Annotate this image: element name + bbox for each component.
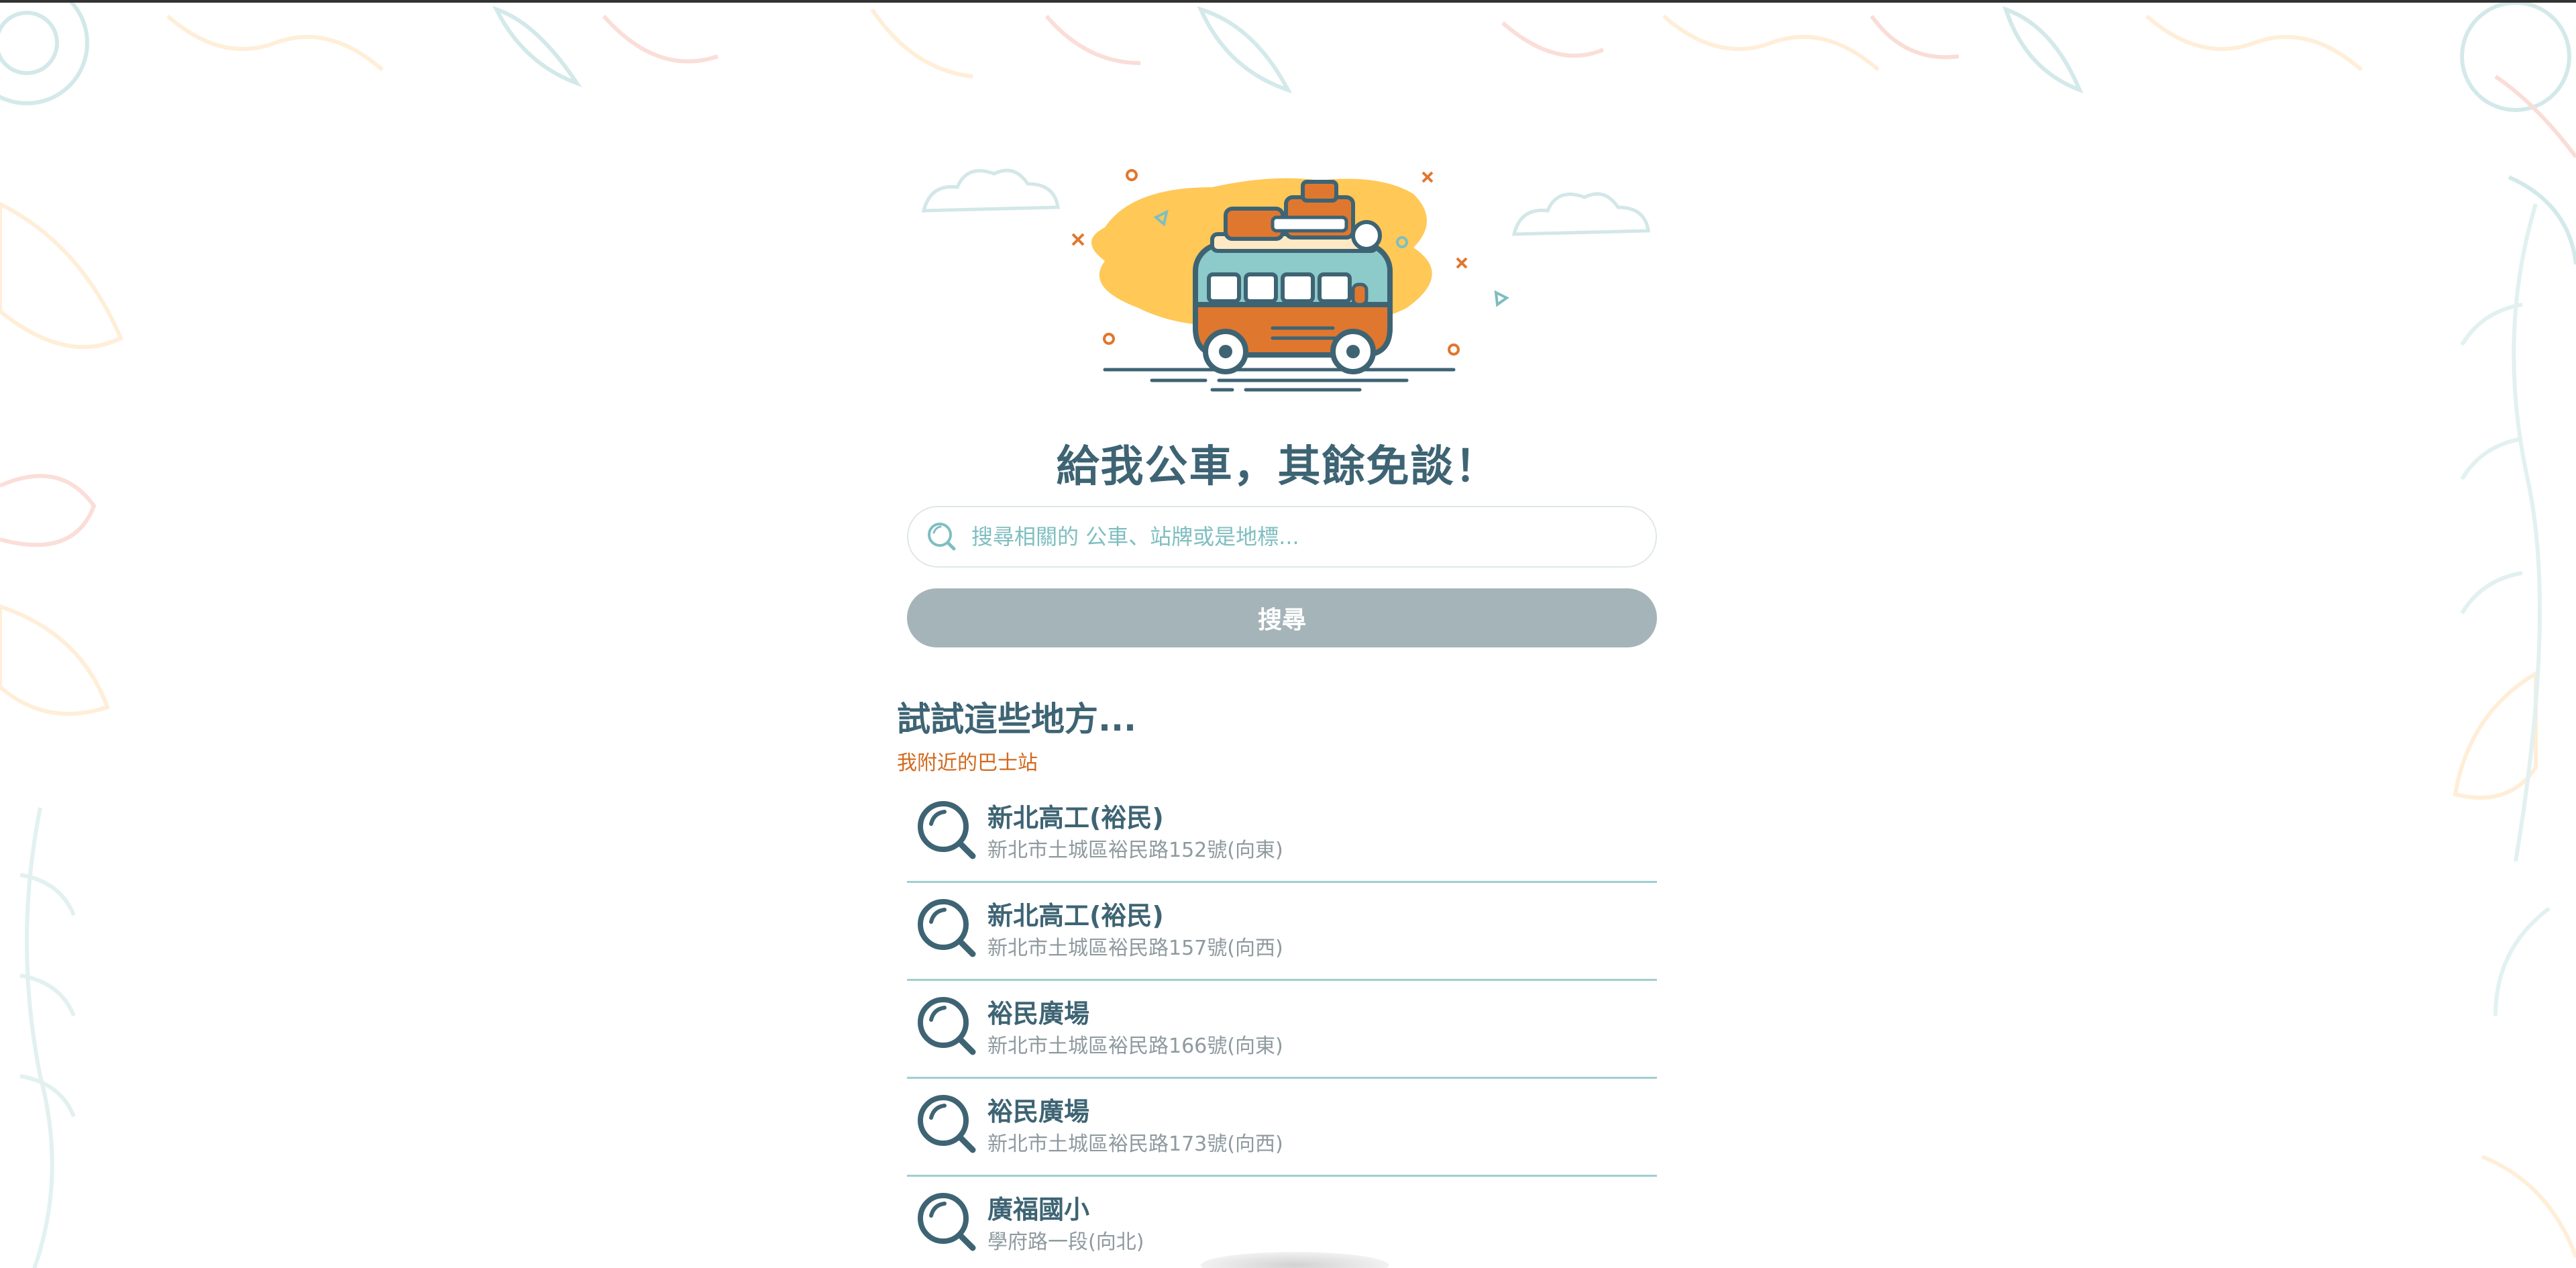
stop-list: 新北高工(裕民) 新北市土城區裕民路152號(向東) 新北高工(裕民) 新北市土… xyxy=(907,786,1657,1268)
main-content: 給我公車，其餘免談！ 搜尋 試試這些地方... 我附近的巴士站 新北高工(裕民)… xyxy=(897,3,1658,1268)
page-title: 給我公車，其餘免談！ xyxy=(1056,442,1499,492)
search-button[interactable]: 搜尋 xyxy=(907,588,1657,647)
magnifier-icon xyxy=(918,899,976,957)
magnifier-icon xyxy=(918,801,976,859)
list-item[interactable]: 新北高工(裕民) 新北市土城區裕民路157號(向西) xyxy=(907,884,1657,981)
page: 給我公車，其餘免談！ 搜尋 試試這些地方... 我附近的巴士站 新北高工(裕民)… xyxy=(0,0,2576,1268)
bus-illustration xyxy=(921,168,1650,392)
stop-address: 新北市土城區裕民路166號(向東) xyxy=(987,1035,1283,1058)
stop-name: 新北高工(裕民) xyxy=(987,901,1164,931)
magnifier-icon xyxy=(918,997,976,1055)
stop-address: 新北市土城區裕民路152號(向東) xyxy=(987,839,1283,862)
stop-name: 廣福國小 xyxy=(987,1195,1090,1224)
search-input[interactable] xyxy=(970,523,1617,550)
list-item[interactable]: 裕民廣場 新北市土城區裕民路173號(向西) xyxy=(907,1080,1657,1177)
stop-name: 裕民廣場 xyxy=(987,999,1090,1028)
magnifier-icon xyxy=(918,1095,976,1153)
suggestions-heading: 試試這些地方... xyxy=(897,700,1136,739)
list-item[interactable]: 新北高工(裕民) 新北市土城區裕民路152號(向東) xyxy=(907,786,1657,883)
stop-address: 新北市土城區裕民路157號(向西) xyxy=(987,937,1283,960)
nearby-stops-label: 我附近的巴士站 xyxy=(897,751,1038,775)
search-box[interactable] xyxy=(907,506,1657,568)
stop-name: 新北高工(裕民) xyxy=(987,803,1164,833)
search-icon xyxy=(928,523,956,551)
stop-address: 新北市土城區裕民路173號(向西) xyxy=(987,1132,1283,1156)
magnifier-icon xyxy=(918,1193,976,1251)
stop-name: 裕民廣場 xyxy=(987,1097,1090,1126)
list-item[interactable]: 裕民廣場 新北市土城區裕民路166號(向東) xyxy=(907,982,1657,1079)
stop-address: 學府路一段(向北) xyxy=(987,1230,1144,1254)
